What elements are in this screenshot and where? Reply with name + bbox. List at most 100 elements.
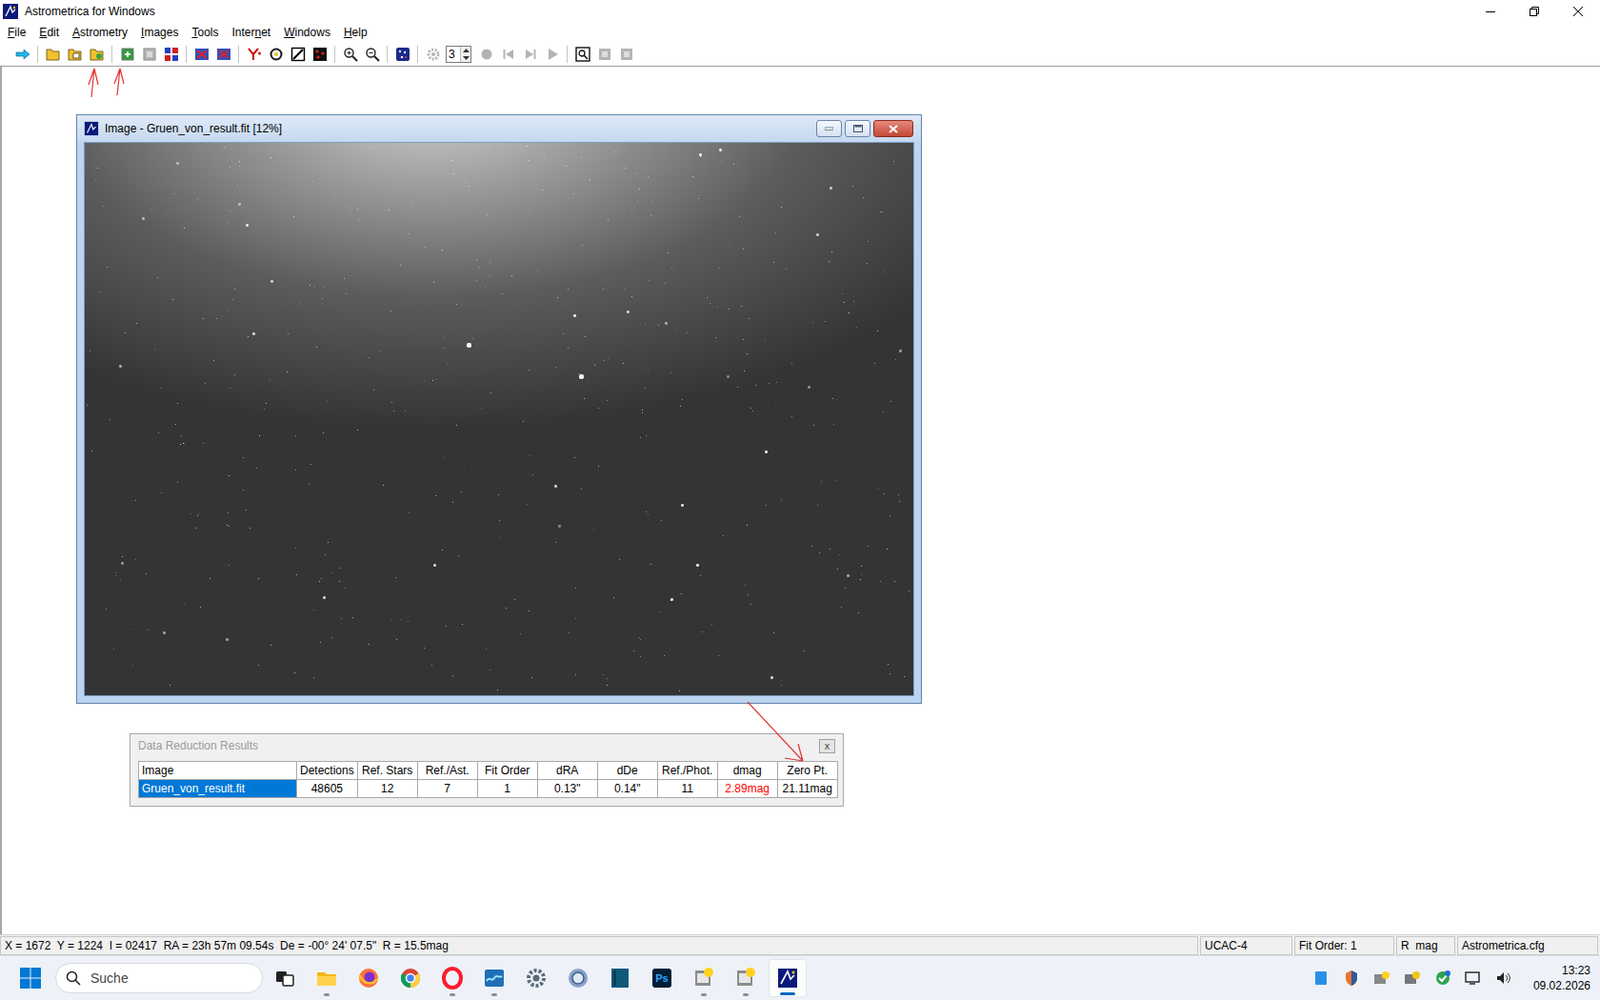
result-cell[interactable]: 7 [417,780,478,799]
close-icon[interactable] [873,120,914,138]
system-tray: 13:2309.02.2026 [1306,962,1600,994]
menu-item[interactable]: Internet [224,22,278,42]
taskbar-app[interactable] [307,959,346,998]
toolbar-button [421,43,444,65]
column-header[interactable]: dDe [597,761,658,780]
toolbar-button[interactable] [391,43,414,65]
taskbar: Ps 13:2309.02.2026 [0,955,1600,1000]
result-row[interactable]: Gruen_von_result.fit4860512710.13"0.14"1… [139,780,839,799]
network-icon[interactable] [1459,963,1488,993]
maximize-icon[interactable] [844,120,871,138]
column-header[interactable]: Zero Pt. [777,761,838,780]
menu-bar: FileEditAstrometryImagesToolsInternetWin… [0,22,1600,42]
open-folder-icon [89,46,105,62]
column-header[interactable]: Ref./Phot. [657,761,718,780]
toolbar-button[interactable] [212,43,235,65]
menu-accelerator: I [140,25,144,40]
column-header[interactable]: Detections [297,761,359,780]
taskbar-app[interactable] [475,959,514,998]
taskbar-app[interactable] [349,959,388,998]
toolbar-separator [185,45,187,63]
annotation-arrow-icon [88,68,99,98]
image-window-controls [813,120,914,138]
result-cell[interactable]: 0.13" [537,780,598,799]
spinner-value[interactable]: 3 [446,46,460,62]
app-badge: Ps [655,970,668,987]
result-cell[interactable]: 21.11mag [777,780,838,799]
app-tray-icon[interactable] [1398,963,1427,993]
defender-icon[interactable] [1428,963,1458,993]
notification-icon[interactable] [1306,963,1336,993]
menu-item[interactable]: Images [134,22,185,42]
frame-spinner[interactable]: 3 [445,45,472,63]
toolbar-button[interactable] [160,43,182,65]
column-header[interactable]: Fit Order [477,761,538,780]
clock[interactable]: 13:2309.02.2026 [1520,962,1600,994]
down-arrow-icon[interactable] [460,54,471,62]
column-header[interactable]: dmag [717,761,778,780]
taskbar-app[interactable] [517,959,556,998]
toolbar-button[interactable] [339,43,361,65]
toolbar-button[interactable] [308,43,331,65]
diagonal-icon [290,46,306,62]
taskbar-app[interactable] [265,959,304,998]
result-cell[interactable]: 2.89mag [717,780,778,799]
minimize-icon[interactable] [816,120,842,138]
running-indicator [323,993,330,997]
search-input[interactable] [88,967,253,990]
up-arrow-icon[interactable] [460,46,471,55]
toolbar-button[interactable] [264,43,287,65]
close-button[interactable]: x [819,739,836,754]
result-cell[interactable]: 1 [477,780,538,799]
menu-item[interactable]: Tools [184,22,225,42]
result-cell[interactable]: 0.14" [597,780,658,799]
taskbar-app[interactable] [559,959,598,998]
results-header: ImageDetectionsRef. StarsRef./Ast.Fit Or… [139,761,839,780]
volume-icon[interactable] [1489,963,1519,993]
column-header[interactable]: Ref. Stars [357,761,418,780]
windows-start-icon[interactable] [11,959,50,998]
toolbar-button[interactable] [242,43,265,65]
status-bar: X = 1672 Y = 1224 I = 02417 RA = 23h 57m… [0,934,1600,956]
toolbar-separator [566,45,568,63]
toolbar-button[interactable] [190,43,213,65]
toolbar-button[interactable] [116,43,139,65]
taskbar-app[interactable]: Ps [642,959,681,998]
taskbar-app[interactable] [391,959,430,998]
menu-item[interactable]: Astrometry [65,22,135,42]
menu-item[interactable]: Help [337,22,375,42]
opera-icon [440,966,464,990]
toolbar-button[interactable] [11,43,34,65]
column-header[interactable]: Image [139,761,298,780]
taskbar-app[interactable] [768,959,807,998]
menu-item[interactable]: File [0,22,33,42]
taskbar-app[interactable] [600,959,640,998]
restore-icon[interactable] [1512,0,1557,23]
menu-item[interactable]: Edit [32,22,66,42]
result-cell[interactable]: 12 [357,780,418,799]
toolbar-button[interactable] [41,43,64,65]
result-cell[interactable]: 48605 [297,780,359,799]
close-icon[interactable] [1556,0,1600,23]
taskbar-app[interactable] [433,959,472,998]
spinner-arrows[interactable] [460,46,471,62]
menu-accelerator: E [39,25,47,40]
column-header[interactable]: Ref./Ast. [417,761,478,780]
toolbar-button[interactable] [63,43,86,65]
toolbar-button[interactable] [286,43,309,65]
column-header[interactable]: dRA [537,761,598,780]
toolbar-button[interactable] [360,43,383,65]
toolbar-separator [37,45,39,63]
menu-item[interactable]: Windows [277,22,338,42]
toolbar-button[interactable] [85,43,108,65]
taskbar-app[interactable] [726,959,765,998]
taskbar-app[interactable] [684,959,723,998]
result-cell[interactable]: 11 [657,780,718,799]
result-cell[interactable]: Gruen_von_result.fit [139,780,298,799]
toolbar-button[interactable] [571,43,594,65]
app-tray-icon[interactable] [1367,963,1397,993]
minimize-icon[interactable] [1468,0,1513,23]
search-box[interactable] [55,962,263,994]
security-icon[interactable] [1337,963,1366,993]
image-icon [141,46,158,62]
